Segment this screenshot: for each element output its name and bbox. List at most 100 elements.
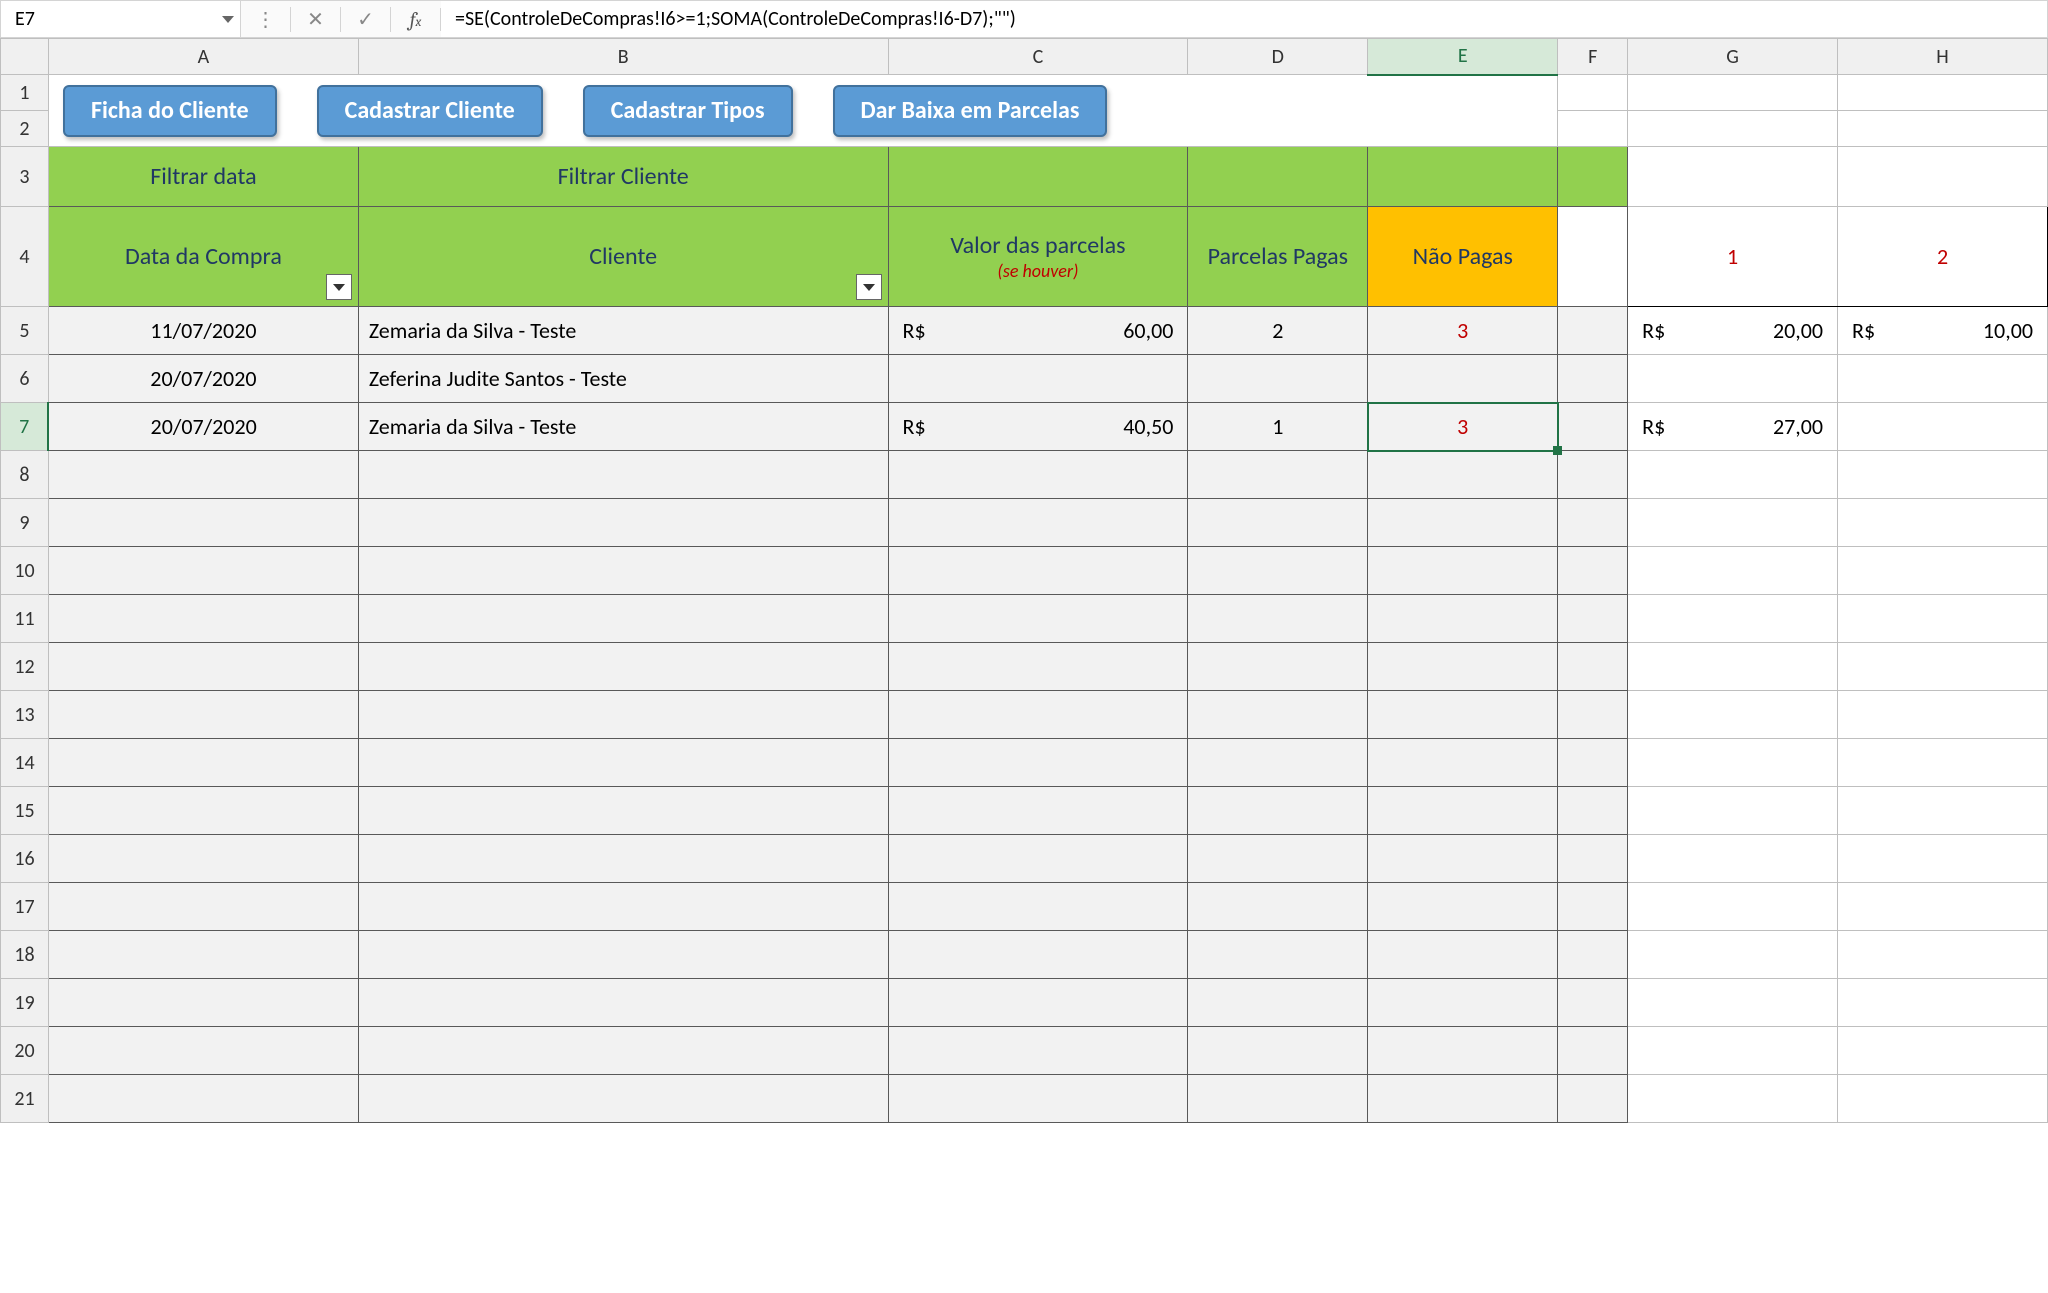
cell-C6[interactable] — [888, 355, 1188, 403]
cell-A10[interactable] — [48, 547, 358, 595]
cell-C17[interactable] — [888, 883, 1188, 931]
cell-H9[interactable] — [1838, 499, 2048, 547]
cell-D13[interactable] — [1188, 691, 1368, 739]
col-header-A[interactable]: A — [48, 39, 358, 75]
cell-A19[interactable] — [48, 979, 358, 1027]
cell-H21[interactable] — [1838, 1075, 2048, 1123]
cell-C14[interactable] — [888, 739, 1188, 787]
filter-blank-C[interactable] — [888, 147, 1188, 207]
cell-F14[interactable] — [1558, 739, 1628, 787]
cell-E14[interactable] — [1368, 739, 1558, 787]
cell-D16[interactable] — [1188, 835, 1368, 883]
cell-G11[interactable] — [1628, 595, 1838, 643]
cell-E7[interactable]: 3 — [1368, 403, 1558, 451]
filter-cliente-label[interactable]: Filtrar Cliente — [358, 147, 888, 207]
cell-E8[interactable] — [1368, 451, 1558, 499]
filter-blank-D[interactable] — [1188, 147, 1368, 207]
cell-E13[interactable] — [1368, 691, 1558, 739]
cell-G9[interactable] — [1628, 499, 1838, 547]
cell-A21[interactable] — [48, 1075, 358, 1123]
cell-B17[interactable] — [358, 883, 888, 931]
cell-B13[interactable] — [358, 691, 888, 739]
cell-E11[interactable] — [1368, 595, 1558, 643]
cell-B14[interactable] — [358, 739, 888, 787]
cell-H18[interactable] — [1838, 931, 2048, 979]
name-box[interactable]: E7 — [1, 1, 241, 37]
cell-G12[interactable] — [1628, 643, 1838, 691]
cell-A12[interactable] — [48, 643, 358, 691]
formula-cancel-button[interactable]: ✕ — [291, 7, 341, 32]
cell-G7[interactable]: R$27,00 — [1628, 403, 1838, 451]
formula-input[interactable]: =SE(ControleDeCompras!I6>=1;SOMA(Control… — [441, 1, 2047, 37]
cell-A18[interactable] — [48, 931, 358, 979]
cell-H12[interactable] — [1838, 643, 2048, 691]
cell-A17[interactable] — [48, 883, 358, 931]
cell-G21[interactable] — [1628, 1075, 1838, 1123]
row-header-10[interactable]: 10 — [1, 547, 49, 595]
cell-F17[interactable] — [1558, 883, 1628, 931]
cell-G13[interactable] — [1628, 691, 1838, 739]
header-col-g[interactable]: 1 — [1628, 207, 1838, 307]
cell-F16[interactable] — [1558, 835, 1628, 883]
cell-D20[interactable] — [1188, 1027, 1368, 1075]
cadastrar-tipos-button[interactable]: Cadastrar Tipos — [583, 85, 793, 137]
cell-H11[interactable] — [1838, 595, 2048, 643]
cell-A14[interactable] — [48, 739, 358, 787]
cell-B21[interactable] — [358, 1075, 888, 1123]
cell-C9[interactable] — [888, 499, 1188, 547]
cell-F21[interactable] — [1558, 1075, 1628, 1123]
cell-F20[interactable] — [1558, 1027, 1628, 1075]
row-header-5[interactable]: 5 — [1, 307, 49, 355]
header-parcelas-pagas[interactable]: Parcelas Pagas — [1188, 207, 1368, 307]
cell-D21[interactable] — [1188, 1075, 1368, 1123]
spreadsheet-grid[interactable]: A B C D E F G H 1 Ficha do Cliente Cadas… — [0, 38, 2048, 1123]
cell-C20[interactable] — [888, 1027, 1188, 1075]
cell-H20[interactable] — [1838, 1027, 2048, 1075]
cell-D14[interactable] — [1188, 739, 1368, 787]
cell-D17[interactable] — [1188, 883, 1368, 931]
cell-H1[interactable] — [1838, 75, 2048, 111]
cell-A8[interactable] — [48, 451, 358, 499]
cell-D5[interactable]: 2 — [1188, 307, 1368, 355]
formula-expand-icon[interactable]: ⋮ — [241, 7, 291, 32]
cell-E5[interactable]: 3 — [1368, 307, 1558, 355]
cell-D7[interactable]: 1 — [1188, 403, 1368, 451]
cell-B8[interactable] — [358, 451, 888, 499]
row-header-7[interactable]: 7 — [1, 403, 49, 451]
cell-G15[interactable] — [1628, 787, 1838, 835]
filter-dropdown-data[interactable] — [326, 274, 352, 300]
cell-G6[interactable] — [1628, 355, 1838, 403]
cell-E12[interactable] — [1368, 643, 1558, 691]
cell-B11[interactable] — [358, 595, 888, 643]
cell-B16[interactable] — [358, 835, 888, 883]
cell-C18[interactable] — [888, 931, 1188, 979]
cell-E19[interactable] — [1368, 979, 1558, 1027]
cell-D6[interactable] — [1188, 355, 1368, 403]
dar-baixa-button[interactable]: Dar Baixa em Parcelas — [833, 85, 1108, 137]
header-valor-parcelas[interactable]: Valor das parcelas (se houver) — [888, 207, 1188, 307]
cell-B6[interactable]: Zeferina Judite Santos - Teste — [358, 355, 888, 403]
filter-blank-E[interactable] — [1368, 147, 1558, 207]
cell-D18[interactable] — [1188, 931, 1368, 979]
cell-G2[interactable] — [1628, 111, 1838, 147]
row-header-21[interactable]: 21 — [1, 1075, 49, 1123]
cell-E16[interactable] — [1368, 835, 1558, 883]
cell-A15[interactable] — [48, 787, 358, 835]
row-header-1[interactable]: 1 — [1, 75, 49, 111]
cell-F8[interactable] — [1558, 451, 1628, 499]
cell-B12[interactable] — [358, 643, 888, 691]
cell-H15[interactable] — [1838, 787, 2048, 835]
cell-H17[interactable] — [1838, 883, 2048, 931]
row-header-9[interactable]: 9 — [1, 499, 49, 547]
header-cliente[interactable]: Cliente — [358, 207, 888, 307]
cell-B15[interactable] — [358, 787, 888, 835]
cell-E17[interactable] — [1368, 883, 1558, 931]
cell-D10[interactable] — [1188, 547, 1368, 595]
insert-function-button[interactable]: fx — [391, 8, 441, 31]
cell-B19[interactable] — [358, 979, 888, 1027]
cell-G3[interactable] — [1628, 147, 1838, 207]
cell-D15[interactable] — [1188, 787, 1368, 835]
name-box-dropdown-icon[interactable] — [222, 16, 234, 23]
cell-E18[interactable] — [1368, 931, 1558, 979]
col-header-B[interactable]: B — [358, 39, 888, 75]
